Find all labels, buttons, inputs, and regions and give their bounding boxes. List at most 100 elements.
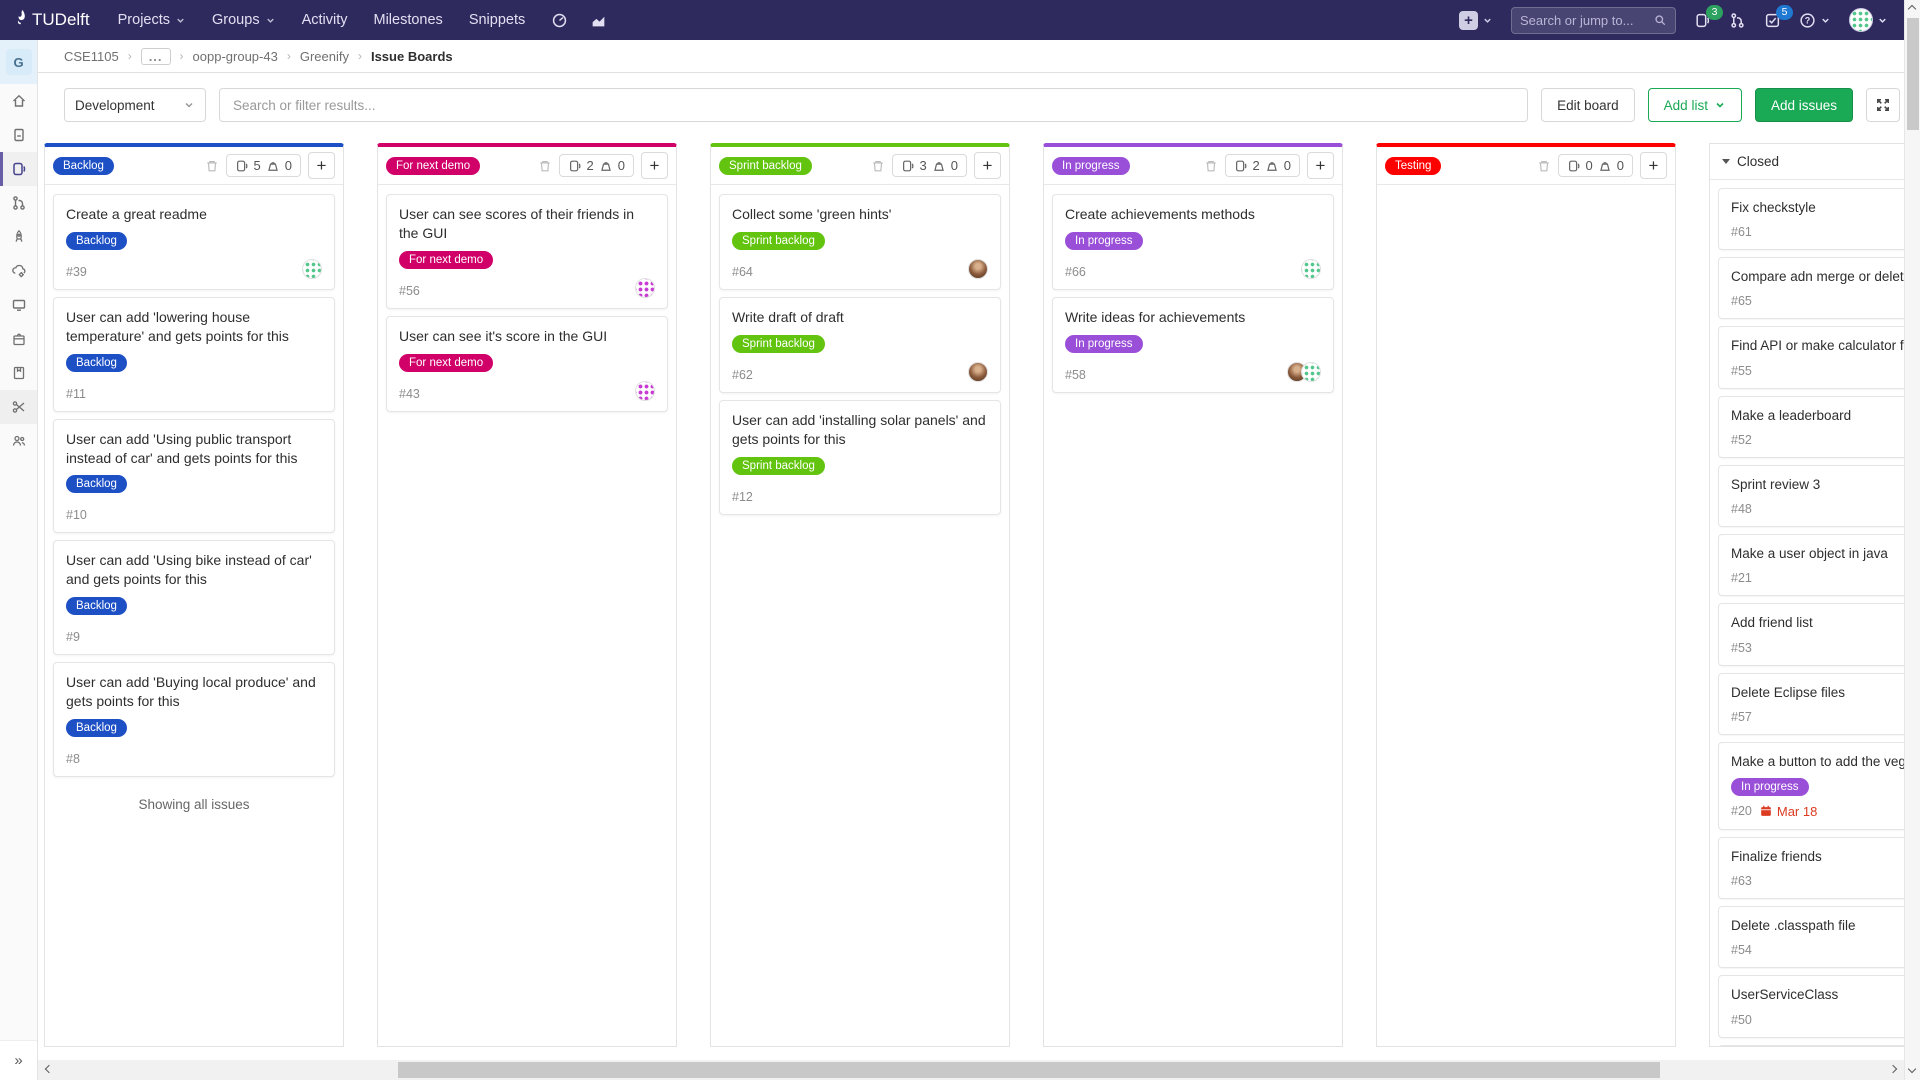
issue-card[interactable]: User can see it's score in the GUI For n… [386,316,668,412]
closed-issue-card[interactable]: Make a leaderboard #52 [1718,396,1920,458]
list-label-pill[interactable]: Backlog [53,157,114,175]
sidebar-item-members[interactable] [0,424,37,458]
closed-issue-card[interactable]: Make a button to add the vegetarian In p… [1718,742,1920,830]
delete-list-button[interactable] [871,159,885,173]
list-label-pill[interactable]: Testing [1385,157,1441,175]
issue-label-pill[interactable]: Backlog [66,719,127,737]
assignee-avatar-photo[interactable] [968,259,988,279]
sidebar-item-operations[interactable] [0,254,37,288]
closed-issue-card[interactable]: Delete .classpath file #54 [1718,906,1920,968]
nav-menu-item[interactable]: Milestones [374,12,443,28]
nav-menu-item[interactable]: Activity [302,12,348,28]
sidebar-item-monitor[interactable] [0,288,37,322]
new-menu-button[interactable]: + [1459,11,1493,30]
todos-nav-button[interactable]: 5 [1764,12,1781,29]
sidebar-item-cicd[interactable] [0,220,37,254]
closed-issue-card[interactable]: Find API or make calculator for CO2 #55 [1718,326,1920,388]
assignee-avatar-identicon[interactable] [635,381,655,401]
tudelft-logo[interactable]: TUDelft [14,10,90,30]
add-issue-to-list-button[interactable]: + [1307,152,1334,179]
list-label-pill[interactable]: For next demo [386,157,480,175]
assignee-avatar-identicon[interactable] [1301,362,1321,382]
add-list-button[interactable]: Add list [1648,88,1742,122]
horizontal-scrollbar[interactable] [38,1060,1904,1080]
add-issue-to-list-button[interactable]: + [641,152,668,179]
closed-issue-card[interactable]: Add friend list #53 [1718,603,1920,665]
list-label-pill[interactable]: Sprint backlog [719,157,812,175]
sidebar-item-snippets[interactable] [0,390,37,424]
sidebar-project-avatar[interactable]: G [0,40,37,84]
issue-card[interactable]: Write ideas for achievements In progress… [1052,297,1334,393]
closed-issue-card[interactable]: UserServiceClass #50 [1718,975,1920,1037]
delete-list-button[interactable] [1204,159,1218,173]
add-issue-to-list-button[interactable]: + [308,152,335,179]
issue-label-pill[interactable]: Backlog [66,475,127,493]
issue-card[interactable]: User can add 'Using bike instead of car'… [53,540,335,655]
issue-label-pill[interactable]: In progress [1065,232,1143,250]
fullscreen-button[interactable] [1866,88,1900,122]
assignee-avatar-photo[interactable] [968,362,988,382]
issue-label-pill[interactable]: Sprint backlog [732,457,825,475]
closed-issue-card[interactable]: Fix checkstyle #61 [1718,188,1920,250]
closed-issue-card[interactable]: Compare adn merge or delete old b #65 [1718,257,1920,319]
issue-label-pill[interactable]: In progress [1731,778,1809,796]
assignee-avatar-identicon[interactable] [635,278,655,298]
sidebar-expand-toggle[interactable]: » [0,1040,37,1080]
issue-label-pill[interactable]: For next demo [399,354,493,372]
delete-list-button[interactable] [538,159,552,173]
issue-card[interactable]: User can add 'Buying local produce' and … [53,662,335,777]
issue-card[interactable]: User can see scores of their friends in … [386,194,668,309]
scroll-down-arrow[interactable] [1908,1065,1916,1073]
edit-board-button[interactable]: Edit board [1541,88,1635,122]
sidebar-item-wiki[interactable] [0,356,37,390]
closed-list-header[interactable]: Closed [1710,144,1920,180]
user-menu-button[interactable] [1849,8,1888,32]
issue-card[interactable]: Create a great readme Backlog #39 [53,194,335,290]
sidebar-item-repository[interactable] [0,118,37,152]
closed-issue-card[interactable]: Delete Eclipse files #57 [1718,673,1920,735]
breadcrumb-item[interactable]: CSE1105 [64,49,119,64]
issue-label-pill[interactable]: Backlog [66,597,127,615]
horizontal-scrollbar-thumb[interactable] [398,1062,1660,1078]
merge-requests-nav-button[interactable] [1729,12,1746,29]
area-chart-icon[interactable] [590,12,607,29]
board-select-dropdown[interactable]: Development [64,88,206,122]
sidebar-item-merge-requests[interactable] [0,186,37,220]
vertical-scrollbar-thumb[interactable] [1907,18,1919,130]
help-menu-button[interactable]: ? [1799,12,1831,29]
closed-issue-card[interactable] [1718,1045,1920,1046]
issue-card[interactable]: User can add 'Using public transport ins… [53,419,335,534]
issue-label-pill[interactable]: Sprint backlog [732,335,825,353]
issue-label-pill[interactable]: Sprint backlog [732,232,825,250]
scroll-up-arrow[interactable] [1908,5,1916,13]
issue-card[interactable]: Create achievements methods In progress … [1052,194,1334,290]
issue-card[interactable]: Write draft of draft Sprint backlog #62 [719,297,1001,393]
issue-label-pill[interactable]: Backlog [66,232,127,250]
issue-card[interactable]: Collect some 'green hints' Sprint backlo… [719,194,1001,290]
sidebar-item-packages[interactable] [0,322,37,356]
delete-list-button[interactable] [1537,159,1551,173]
sidebar-item-overview[interactable] [0,84,37,118]
breadcrumb-item[interactable]: ... [141,48,171,65]
nav-menu-item[interactable]: Projects [118,12,186,28]
nav-menu-item[interactable]: Groups [212,12,276,28]
add-issues-button[interactable]: Add issues [1755,88,1853,122]
issues-nav-button[interactable]: 3 [1694,12,1711,29]
delete-list-button[interactable] [205,159,219,173]
global-search-input[interactable] [1520,13,1654,28]
breadcrumb-item[interactable]: Greenify [300,49,349,64]
scroll-right-arrow[interactable] [1889,1065,1897,1073]
sidebar-item-issues[interactable] [0,152,37,186]
closed-issue-card[interactable]: Finalize friends #63 [1718,837,1920,899]
vertical-scrollbar[interactable] [1904,0,1920,1080]
list-label-pill[interactable]: In progress [1052,157,1130,175]
assignee-avatar-identicon[interactable] [302,259,322,279]
issue-label-pill[interactable]: Backlog [66,354,127,372]
add-issue-to-list-button[interactable]: + [1640,152,1667,179]
closed-issue-card[interactable]: Sprint review 3 #48 [1718,465,1920,527]
issue-label-pill[interactable]: For next demo [399,251,493,269]
issue-card[interactable]: User can add 'lowering house temperature… [53,297,335,412]
issue-label-pill[interactable]: In progress [1065,335,1143,353]
add-issue-to-list-button[interactable]: + [974,152,1001,179]
board-filter-input[interactable] [219,88,1528,122]
